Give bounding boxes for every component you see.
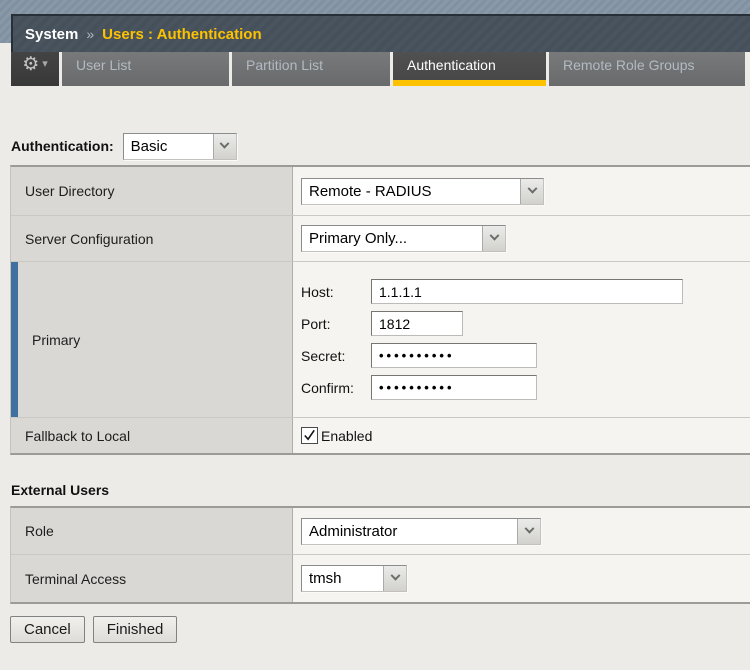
cancel-button[interactable]: Cancel xyxy=(10,616,85,643)
chevron-down-icon xyxy=(482,226,505,251)
active-tab-indicator xyxy=(393,80,546,86)
table-row: Server Configuration Primary Only... xyxy=(11,215,750,261)
header-backdrop: System » Users : Authentication xyxy=(0,0,750,43)
chevron-down-icon: ▾ xyxy=(42,59,48,70)
confirm-input[interactable] xyxy=(371,375,537,400)
secret-label: Secret: xyxy=(301,348,371,364)
breadcrumb-section[interactable]: System xyxy=(25,26,78,43)
table-row: User Directory Remote - RADIUS xyxy=(11,167,750,215)
fallback-label: Fallback to Local xyxy=(11,418,293,453)
user-directory-value: Remote - RADIUS xyxy=(302,179,520,204)
radius-settings-table: User Directory Remote - RADIUS Server Co… xyxy=(10,165,750,455)
authentication-type-select[interactable]: Basic xyxy=(123,133,237,160)
table-row: Fallback to Local Enabled xyxy=(11,417,750,453)
primary-section-indicator xyxy=(11,262,18,417)
host-label: Host: xyxy=(301,284,371,300)
port-label: Port: xyxy=(301,316,371,332)
tab-label: Partition List xyxy=(246,57,323,73)
role-value: Administrator xyxy=(302,519,517,544)
confirm-label: Confirm: xyxy=(301,380,371,396)
chevron-down-icon xyxy=(213,134,236,159)
secret-input[interactable] xyxy=(371,343,537,368)
external-users-table: Role Administrator Terminal Access tmsh xyxy=(10,506,750,604)
finished-button[interactable]: Finished xyxy=(93,616,178,643)
chevron-down-icon xyxy=(517,519,540,544)
chevron-down-icon xyxy=(383,566,406,591)
gear-icon: ⚙ xyxy=(22,55,39,74)
fallback-enabled-checkbox[interactable] xyxy=(301,427,318,444)
tab-label: Remote Role Groups xyxy=(563,57,695,73)
fallback-checkbox-label: Enabled xyxy=(321,428,372,444)
authentication-type-label: Authentication: xyxy=(11,138,114,154)
tab-label: User List xyxy=(76,57,131,73)
server-configuration-value: Primary Only... xyxy=(302,226,482,251)
primary-section-label: Primary xyxy=(11,262,293,417)
tab-label: Authentication xyxy=(407,57,496,73)
terminal-access-value: tmsh xyxy=(302,566,383,591)
breadcrumb-page: Users : Authentication xyxy=(102,26,261,43)
table-row: Role Administrator xyxy=(11,508,750,554)
external-users-heading: External Users xyxy=(11,482,750,498)
table-row: Primary Host: Port: Secret: Confirm: xyxy=(11,261,750,417)
role-select[interactable]: Administrator xyxy=(301,518,541,545)
chevron-down-icon xyxy=(520,179,543,204)
terminal-access-select[interactable]: tmsh xyxy=(301,565,407,592)
port-input[interactable] xyxy=(371,311,463,336)
breadcrumb-separator-icon: » xyxy=(86,26,94,42)
user-directory-select[interactable]: Remote - RADIUS xyxy=(301,178,544,205)
server-configuration-select[interactable]: Primary Only... xyxy=(301,225,506,252)
server-configuration-label: Server Configuration xyxy=(11,216,293,261)
table-row: Terminal Access tmsh xyxy=(11,554,750,602)
authentication-type-row: Authentication: Basic xyxy=(11,131,750,161)
authentication-type-value: Basic xyxy=(124,134,213,159)
user-directory-label: User Directory xyxy=(11,167,293,215)
breadcrumb: System » Users : Authentication xyxy=(11,14,750,52)
role-label: Role xyxy=(11,508,293,554)
terminal-access-label: Terminal Access xyxy=(11,555,293,602)
checkmark-icon xyxy=(302,428,317,443)
action-buttons: Cancel Finished xyxy=(10,616,750,643)
host-input[interactable] xyxy=(371,279,683,304)
